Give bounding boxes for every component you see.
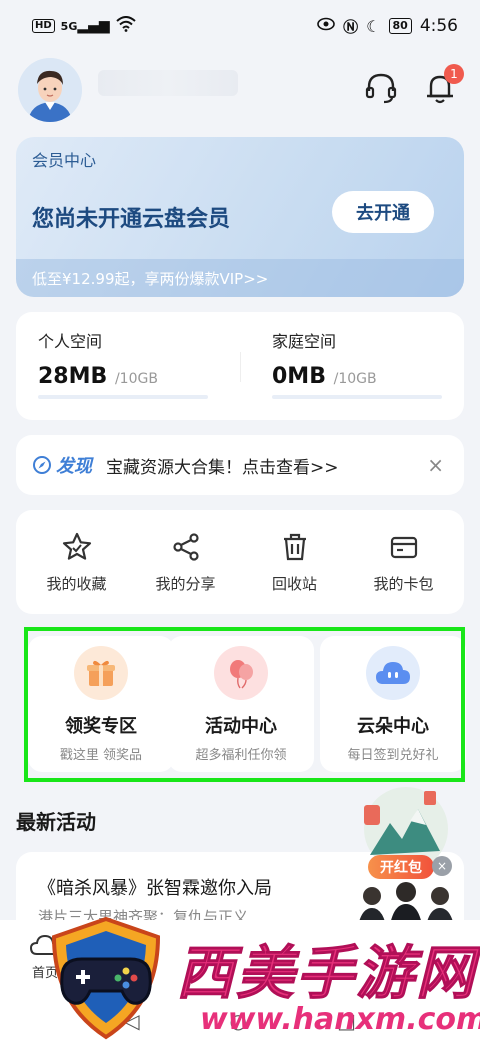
activity-title: 《暗杀风暴》张智霖邀你入局 — [38, 878, 272, 899]
wifi-icon — [116, 15, 136, 37]
profile-header: 1 — [18, 58, 464, 122]
divider — [240, 352, 241, 382]
close-icon[interactable]: × — [432, 856, 452, 876]
family-space-bar — [272, 395, 442, 399]
tool-label: 回收站 — [271, 574, 317, 593]
family-space-total: /10GB — [333, 371, 377, 387]
watermark-gamepad-logo — [40, 915, 172, 1040]
section-title-latest: 最新活动 — [16, 810, 96, 834]
hd-indicator: HD — [32, 19, 55, 33]
vip-card-title: 会员中心 — [32, 151, 97, 170]
moon-icon: ☾ — [366, 16, 381, 36]
status-bar: HD 5G▂▄▆ Ⓝ ☾ 80 4:56 — [0, 0, 480, 52]
nfc-icon: Ⓝ — [343, 17, 359, 36]
watermark-title: 西美手游网 — [175, 939, 477, 1008]
tool-label: 我的卡包 — [373, 574, 434, 593]
battery-icon: 80 — [388, 18, 412, 34]
family-space-label: 家庭空间 — [272, 332, 337, 351]
discover-text: 宝藏资源大合集！点击查看>> — [106, 457, 339, 478]
notification-badge: 1 — [444, 64, 464, 84]
open-red-packet-button[interactable]: 开红包 — [368, 855, 434, 879]
personal-space-total: /10GB — [114, 371, 158, 387]
vip-status-text: 您尚未开通云盘会员 — [32, 207, 231, 232]
vip-promo-link[interactable]: 低至¥12.99起，享两份爆款VIP>> — [16, 259, 464, 297]
tool-label: 我的收藏 — [46, 574, 107, 593]
star-icon — [62, 532, 91, 560]
personal-space[interactable]: 个人空间 28MB /10GB — [38, 328, 208, 399]
tool-label: 我的分享 — [155, 574, 216, 593]
tools-grid: 我的收藏 我的分享 回收站 我的卡包 — [16, 510, 464, 614]
trash-icon — [283, 533, 306, 560]
headset-icon[interactable] — [361, 68, 401, 108]
compass-icon — [33, 456, 51, 474]
vip-card[interactable]: 会员中心 您尚未开通云盘会员 去开通 低至¥12.99起，享两份爆款VIP>> — [16, 137, 464, 297]
eye-icon — [317, 16, 335, 36]
signal-icon: 5G▂▄▆ — [60, 18, 110, 34]
tool-recycle-bin[interactable]: 回收站 — [245, 531, 345, 594]
tool-favorites[interactable]: 我的收藏 — [27, 531, 127, 594]
family-space-used: 0MB — [272, 364, 326, 389]
card-wallet-icon — [390, 536, 417, 558]
family-space[interactable]: 家庭空间 0MB /10GB — [272, 328, 442, 399]
storage-card: 个人空间 28MB /10GB 家庭空间 0MB /10GB — [16, 312, 464, 420]
avatar[interactable] — [18, 58, 82, 122]
personal-space-bar — [38, 395, 208, 399]
tool-card-wallet[interactable]: 我的卡包 — [354, 531, 454, 594]
bell-icon[interactable]: 1 — [420, 64, 464, 108]
personal-space-label: 个人空间 — [38, 332, 103, 351]
close-icon[interactable]: × — [427, 453, 444, 477]
username-blurred — [98, 70, 238, 96]
tool-share[interactable]: 我的分享 — [136, 531, 236, 594]
clock: 4:56 — [419, 16, 458, 36]
watermark-url: www.hanxm.com — [200, 1002, 480, 1037]
share-icon — [172, 532, 199, 561]
discover-banner[interactable]: 发现 宝藏资源大合集！点击查看>> × — [16, 435, 464, 495]
highlight-box — [24, 627, 465, 782]
open-vip-button[interactable]: 去开通 — [332, 191, 434, 233]
discover-tag: 发现 — [32, 452, 92, 478]
personal-space-used: 28MB — [38, 364, 108, 389]
